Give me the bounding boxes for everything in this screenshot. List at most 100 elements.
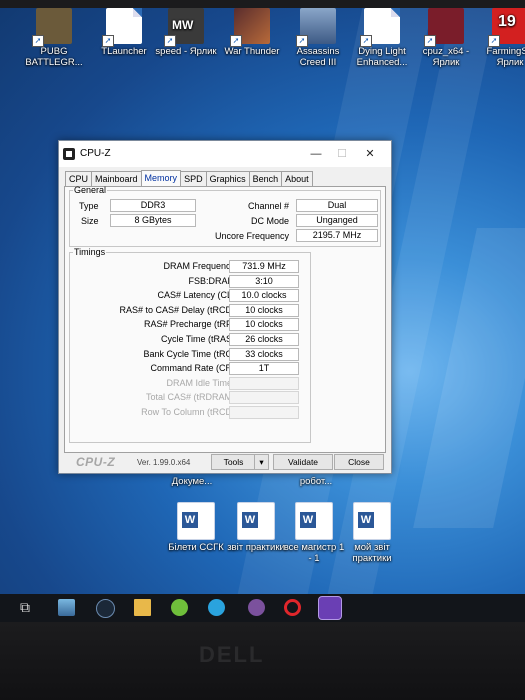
type-label: Type xyxy=(79,201,99,211)
desktop-icon-tlauncher[interactable]: ➚ TLauncher xyxy=(92,8,156,57)
game-app-icon[interactable] xyxy=(318,596,342,620)
timing-value: 3:10 xyxy=(229,274,299,288)
telegram-icon[interactable] xyxy=(208,599,225,616)
desktop-icon-label: FarmingS - Ярлик xyxy=(486,46,525,68)
desktop-icon-dying-light[interactable]: ➚ Dying Light Enhanced... xyxy=(350,8,414,68)
ship-game-icon[interactable] xyxy=(58,599,75,616)
timing-value xyxy=(229,406,299,419)
window-title: CPU-Z xyxy=(80,148,111,159)
desktop-icon-label: все магистр 1 - 1 xyxy=(283,542,345,564)
timing-label: FSB:DRAM xyxy=(188,275,235,286)
utorrent-icon[interactable] xyxy=(171,599,188,616)
title-bar[interactable]: CPU-Z — ☐ ✕ xyxy=(59,141,391,167)
tlauncher-icon: ➚ xyxy=(102,8,142,47)
general-legend: General xyxy=(74,185,107,195)
dc-mode-value: Unganged xyxy=(296,214,378,227)
desktop-icon-zvit-praktyky[interactable]: W звіт практики xyxy=(224,502,288,553)
nfs-mw-icon: MW ➚ xyxy=(164,8,204,47)
version-label: Ver. 1.99.0.x64 xyxy=(137,458,191,467)
desktop-icon-farming-simulator[interactable]: 19 ➚ FarmingS - Ярлик xyxy=(478,8,525,68)
tools-dropdown-arrow-icon[interactable]: ▾ xyxy=(254,454,269,470)
pubg-icon: ➚ xyxy=(32,8,72,47)
uncore-frequency-value: 2195.7 MHz xyxy=(296,229,378,242)
size-label: Size xyxy=(81,216,99,226)
war-thunder-icon: ➚ xyxy=(230,8,270,47)
close-button[interactable]: Close xyxy=(334,454,384,470)
dying-light-icon: ➚ xyxy=(360,8,400,47)
timing-value: 26 clocks xyxy=(229,333,299,346)
memory-panel: General Type DDR3 Size 8 GBytes Channel … xyxy=(64,185,386,453)
timing-label: RAS# to CAS# Delay (tRCD) xyxy=(119,304,235,315)
farming-simulator-icon: 19 ➚ xyxy=(488,8,525,47)
desktop-icon-bilety[interactable]: W Білети ССГК xyxy=(164,502,228,553)
status-bar: CPU-Z Ver. 1.99.0.x64 Tools ▾ Validate C… xyxy=(64,454,384,470)
word-doc-icon: W xyxy=(177,502,215,540)
word-doc-icon: W xyxy=(237,502,275,540)
desktop-icon-label: PUBG BATTLEGR... xyxy=(25,46,83,68)
tab-bar: CPU Mainboard Memory SPD Graphics Bench About xyxy=(65,169,313,188)
desktop-icon-cpuz[interactable]: ➚ cpuz_x64 - Ярлик xyxy=(414,8,478,68)
desktop-icon-label: TLauncher xyxy=(101,46,147,57)
steam-icon[interactable] xyxy=(96,599,115,618)
timing-value: 731.9 MHz xyxy=(229,260,299,273)
taskbar: ⧉ xyxy=(0,594,525,622)
timings-legend: Timings xyxy=(74,247,106,257)
opera-icon[interactable] xyxy=(284,599,301,616)
assassins-creed-icon: ➚ xyxy=(296,8,336,47)
timing-label: Row To Column (tRCD) xyxy=(141,407,235,417)
desktop-icon-label: Dying Light Enhanced... xyxy=(356,46,408,68)
validate-button[interactable]: Validate xyxy=(273,454,333,470)
farming-simulator-badge: 19 xyxy=(498,13,516,30)
desktop-icon-vse-magistr[interactable]: W все магистр 1 - 1 xyxy=(282,502,346,564)
task-view-icon[interactable]: ⧉ xyxy=(20,599,37,616)
desktop-icon-label: cpuz_x64 - Ярлик xyxy=(422,46,470,68)
desktop-icon-partial-doc[interactable]: Докуме... xyxy=(160,476,224,487)
cpuz-logo-icon xyxy=(63,148,75,160)
timing-label: DRAM Idle Timer xyxy=(166,377,235,388)
cpuz-brand-logo: CPU-Z xyxy=(76,455,116,469)
tools-button[interactable]: Tools xyxy=(211,454,256,470)
desktop-icon-assassins-creed[interactable]: ➚ Assassins Creed III xyxy=(286,8,350,68)
monitor-top-bezel xyxy=(0,0,525,8)
desktop-icon-label: War Thunder xyxy=(224,46,280,57)
timing-label: Cycle Time (tRAS) xyxy=(160,334,235,344)
uncore-frequency-label: Uncore Frequency xyxy=(214,231,289,241)
timing-label: RAS# Precharge (tRP) xyxy=(143,319,235,330)
timing-value xyxy=(229,391,299,405)
desktop-icon-label: робот... xyxy=(299,476,333,487)
desktop-icon-speed[interactable]: MW ➚ speed - Ярлик xyxy=(154,8,218,57)
channel-value: Dual xyxy=(296,199,378,212)
timing-value: 10.0 clocks xyxy=(229,289,299,303)
timing-value: 33 clocks xyxy=(229,347,299,361)
timing-label: Command Rate (CR) xyxy=(150,363,235,374)
minimize-button[interactable]: — xyxy=(303,145,329,163)
desktop-icon-label: звіт практики xyxy=(227,542,285,553)
desktop-icon-pubg[interactable]: ➚ PUBG BATTLEGR... xyxy=(22,8,86,68)
monitor-bezel: DELL xyxy=(0,622,525,700)
timing-label: DRAM Frequency xyxy=(163,261,235,271)
close-window-button[interactable]: ✕ xyxy=(357,145,383,163)
timing-label: Bank Cycle Time (tRC) xyxy=(143,348,235,359)
file-explorer-icon[interactable] xyxy=(134,599,151,616)
channel-label: Channel # xyxy=(247,201,289,211)
desktop-icon-moy-zvit[interactable]: W мой звіт практики xyxy=(340,502,404,564)
timing-value xyxy=(229,376,299,390)
desktop-icon-label: мой звіт практики xyxy=(352,542,392,564)
dc-mode-label: DC Mode xyxy=(250,216,289,226)
timing-value: 1T xyxy=(229,362,299,376)
desktop-icon-label: Докуме... xyxy=(171,476,213,487)
viber-icon[interactable] xyxy=(248,599,265,616)
timing-label: Total CAS# (tRDRAM) xyxy=(145,392,235,403)
type-value: DDR3 xyxy=(110,199,196,212)
desktop-icon-label: Білети ССГК xyxy=(168,542,224,553)
desktop-icon-war-thunder[interactable]: ➚ War Thunder xyxy=(220,8,284,57)
desktop-icon-partial-robot[interactable]: робот... xyxy=(284,476,348,487)
size-value: 8 GBytes xyxy=(110,214,196,227)
nfs-mw-badge: MW xyxy=(172,18,194,32)
maximize-button[interactable]: ☐ xyxy=(329,145,355,163)
word-doc-icon: W xyxy=(295,502,333,540)
desktop-icon-label: speed - Ярлик xyxy=(155,46,217,57)
timing-label: CAS# Latency (CL) xyxy=(157,290,235,301)
desktop-icon-label: Assassins Creed III xyxy=(296,46,340,68)
cpuz-window: CPU-Z — ☐ ✕ CPU Mainboard Memory SPD Graphic… xyxy=(58,140,392,474)
